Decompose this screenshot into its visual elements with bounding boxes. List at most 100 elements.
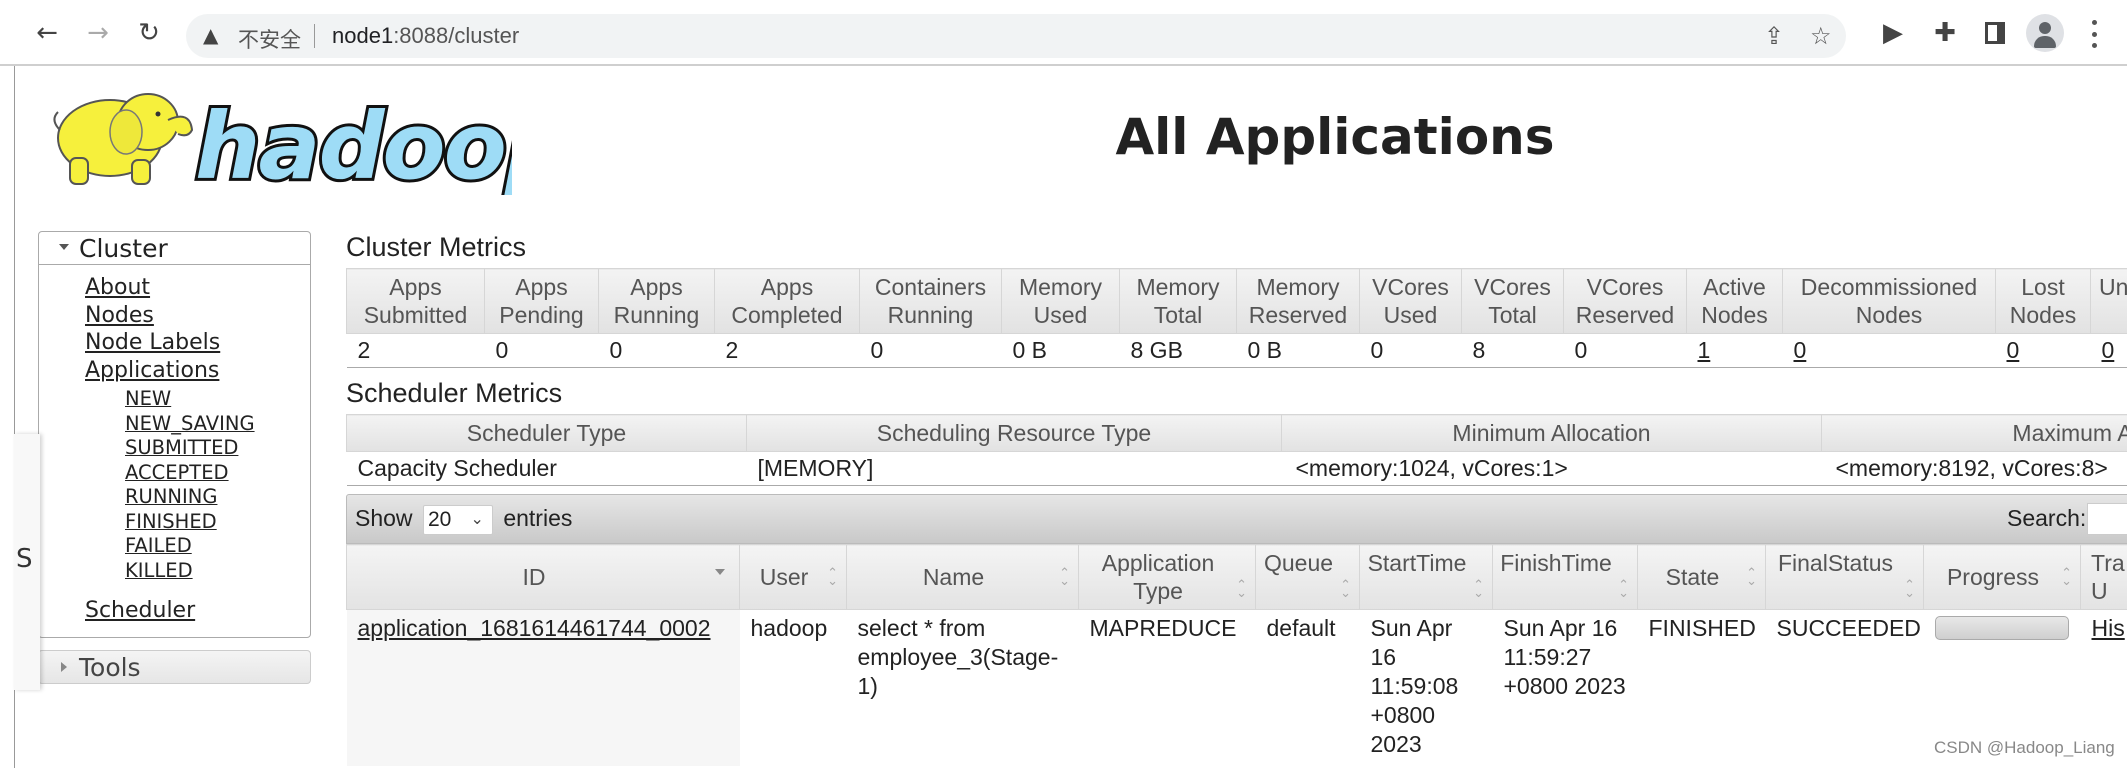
scheduler-metrics-value-row: Capacity Scheduler [MEMORY] <memory:1024… <box>346 451 2127 486</box>
extensions-puzzle-icon[interactable]: ✚ <box>1928 16 1962 50</box>
sidebar-link-submitted[interactable]: SUBMITTED <box>125 436 255 461</box>
scheduler-metrics-header-row: Scheduler Type Scheduling Resource Type … <box>346 414 2127 452</box>
sort-both-icon: ⌃ ⌄ <box>1618 577 1629 600</box>
sidebar-link-finished[interactable]: FINISHED <box>125 510 255 535</box>
sort-both-icon: ⌃ ⌄ <box>1473 577 1484 600</box>
maximum-allocation-header: Maximum Allo <box>1821 414 2127 452</box>
reload-icon: ↻ <box>138 18 160 48</box>
sidebar-link-failed[interactable]: FAILED <box>125 534 255 559</box>
tools-accordion-header[interactable]: Tools <box>38 650 311 684</box>
main-content: Cluster Metrics Apps Submitted Apps Pending… <box>346 228 2127 766</box>
cluster-metric-value: 2 <box>714 333 860 368</box>
chevron-down-icon: ⌄ <box>470 511 484 528</box>
bookmark-star-icon[interactable]: ☆ <box>1810 22 1832 50</box>
app-id-link[interactable]: application_1681614461744_0002 <box>358 615 711 641</box>
minimum-allocation-value: <memory:1024, vCores:1> <box>1281 451 1822 486</box>
app-name: select * from employee_3(Stage-1) <box>857 615 1059 699</box>
sidebar-link-nodes[interactable]: Nodes <box>85 302 220 330</box>
security-status[interactable]: 不安全 <box>238 24 301 54</box>
cluster-metric-header: Apps Running <box>598 268 715 334</box>
entries-label: entries <box>503 505 573 532</box>
sidebar-link-new[interactable]: NEW <box>125 387 255 412</box>
sidebar-link-about[interactable]: About <box>85 274 220 302</box>
browser-toolbar: ← → ↻ ▲ 不安全 node1:8088/cluster ⇪ ☆ ▶ ✚ <box>0 0 2127 66</box>
scheduler-type-value: Capacity Scheduler <box>346 451 747 486</box>
column-header-application-type[interactable]: Application Type ⌃ ⌄ <box>1078 544 1256 610</box>
sort-both-icon: ⌃ ⌄ <box>827 565 838 588</box>
cluster-metric-header: Un <box>2090 268 2127 334</box>
scheduler-type-header: Scheduler Type <box>346 414 747 452</box>
sidebar-link-new-saving[interactable]: NEW_SAVING <box>125 412 255 437</box>
column-header-queue[interactable]: Queue ⌃ ⌄ <box>1255 544 1360 610</box>
app-final-status: SUCCEEDED <box>1776 615 1921 641</box>
side-panel-icon[interactable] <box>1978 16 2012 50</box>
column-header-finish-time[interactable]: FinishTime ⌃ ⌄ <box>1492 544 1638 610</box>
column-header-id[interactable]: ID <box>346 544 740 610</box>
back-button[interactable]: ← <box>32 18 62 48</box>
share-icon[interactable]: ⇪ <box>1764 22 1784 50</box>
page-size-value: 20 <box>427 508 452 531</box>
cluster-metric-value: 0 <box>1359 333 1462 368</box>
app-id-cell: application_1681614461744_0002 <box>346 609 740 766</box>
column-header-name[interactable]: Name ⌃ ⌄ <box>846 544 1079 610</box>
sidebar-link-running[interactable]: RUNNING <box>125 485 255 510</box>
page-size-select[interactable]: 20 ⌄ <box>422 505 493 535</box>
cluster-metric-header: Decommissioned Nodes <box>1782 268 1996 334</box>
cluster-metric-value: 2 <box>346 333 485 368</box>
cluster-metric-link[interactable]: 0 <box>2007 337 2020 363</box>
watermark: CSDN @Hadoop_Liang <box>1934 738 2115 757</box>
app-user: hadoop <box>750 615 828 641</box>
cluster-metric-header: Memory Reserved <box>1236 268 1360 334</box>
cluster-metric-header: Containers Running <box>859 268 1002 334</box>
cluster-metric-header: Apps Completed <box>714 268 860 334</box>
cluster-metric-link[interactable]: 0 <box>1794 337 1807 363</box>
sort-both-icon: ⌃ ⌄ <box>1746 565 1757 588</box>
scheduling-resource-type-header: Scheduling Resource Type <box>746 414 1282 452</box>
more-menu-icon[interactable] <box>2090 20 2098 48</box>
column-header-progress[interactable]: Progress ⌃ ⌄ <box>1923 544 2081 610</box>
cluster-metric-header: VCores Reserved <box>1563 268 1687 334</box>
cluster-metric-link[interactable]: 0 <box>2102 337 2115 363</box>
column-header-user[interactable]: User ⌃ ⌄ <box>739 544 847 610</box>
sort-both-icon: ⌃ ⌄ <box>1340 577 1351 600</box>
cluster-metric-header: Memory Total <box>1119 268 1237 334</box>
sidebar-link-applications[interactable]: Applications <box>85 357 220 385</box>
app-start-time: Sun Apr 16 11:59:08 +0800 2023 <box>1370 615 1459 757</box>
warning-icon: ▲ <box>203 23 219 47</box>
forward-button[interactable]: → <box>83 18 113 48</box>
column-header-tracking-ui[interactable]: Tra U <box>2080 544 2127 610</box>
column-header-final-status[interactable]: FinalStatus ⌃ ⌄ <box>1765 544 1924 610</box>
tracking-ui-link[interactable]: His <box>2092 615 2125 641</box>
url-host: node1 <box>332 23 394 48</box>
cluster-accordion-header[interactable]: Cluster <box>39 232 310 265</box>
sidebar-cluster-section: Cluster About Nodes Node Labels Applicat… <box>38 231 311 638</box>
sort-both-icon: ⌃ ⌄ <box>2061 565 2072 588</box>
hadoop-logo[interactable]: hadoop <box>40 80 512 195</box>
applications-header-row: ID User ⌃ ⌄ Name ⌃ ⌄ Application Type ⌃ ⌄ Queu… <box>346 544 2127 610</box>
sidebar-link-node-labels[interactable]: Node Labels <box>85 329 220 357</box>
tools-label: Tools <box>79 653 141 682</box>
logo-wordmark: hadoop <box>195 93 512 195</box>
sidebar-link-scheduler[interactable]: Scheduler <box>85 598 195 623</box>
cluster-label: Cluster <box>79 234 168 263</box>
cluster-metric-link[interactable]: 1 <box>1698 337 1711 363</box>
floating-side-panel[interactable]: S <box>14 434 40 690</box>
address-separator <box>314 24 315 48</box>
application-state-links: NEW NEW_SAVING SUBMITTED ACCEPTED RUNNIN… <box>125 387 255 583</box>
cluster-metric-value: 0 B <box>1236 333 1360 368</box>
search-input[interactable] <box>2087 503 2127 535</box>
url-text[interactable]: node1:8088/cluster <box>332 23 519 49</box>
reload-button[interactable]: ↻ <box>134 18 164 48</box>
play-icon[interactable]: ▶ <box>1876 16 1910 50</box>
profile-avatar-icon[interactable] <box>2026 14 2064 52</box>
url-path: :8088/cluster <box>393 23 520 48</box>
sidebar-link-killed[interactable]: KILLED <box>125 559 255 584</box>
scheduler-metrics-table: Scheduler Type Scheduling Resource Type … <box>346 414 2127 486</box>
cluster-metric-header: VCores Used <box>1359 268 1462 334</box>
sidebar-link-accepted[interactable]: ACCEPTED <box>125 461 255 486</box>
column-header-state[interactable]: State ⌃ ⌄ <box>1637 544 1766 610</box>
column-header-start-time[interactable]: StartTime ⌃ ⌄ <box>1359 544 1493 610</box>
cluster-metric-header: Lost Nodes <box>1995 268 2091 334</box>
cluster-metric-header: VCores Total <box>1461 268 1564 334</box>
address-bar[interactable]: ▲ 不安全 node1:8088/cluster ⇪ ☆ <box>186 14 1846 58</box>
